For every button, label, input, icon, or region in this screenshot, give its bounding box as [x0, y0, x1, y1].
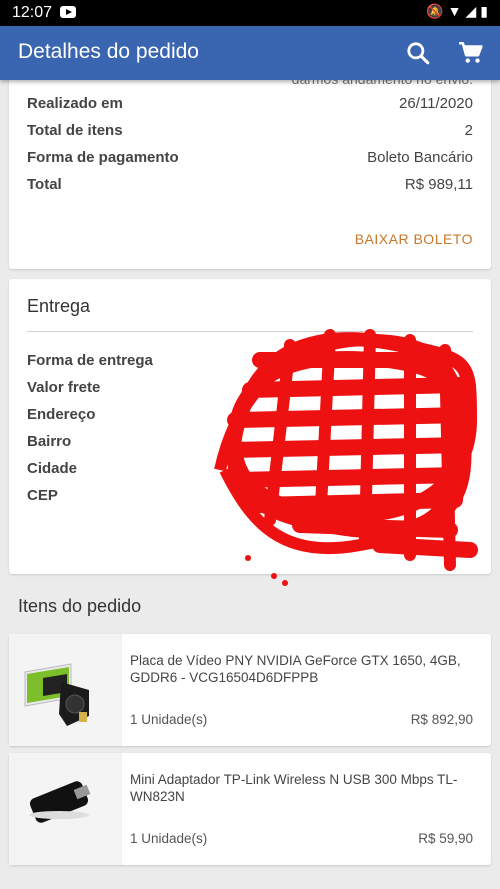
- delivery-title: Entrega: [27, 296, 91, 316]
- signal-icon: ◢: [465, 3, 481, 19]
- product-image: [9, 634, 122, 746]
- delivery-action-text-b: AR: [453, 542, 473, 558]
- download-boleto-button[interactable]: BAIXAR BOLETO: [355, 231, 473, 247]
- product-price: R$ 892,90: [410, 712, 473, 727]
- order-summary-card: darmos andamento no envio. Realizado em …: [9, 60, 491, 269]
- payment-method-label: Forma de pagamento: [27, 149, 179, 166]
- delivery-card: Entrega Forma de entrega Valor frete End…: [9, 279, 491, 574]
- order-date-label: Realizado em: [27, 95, 123, 112]
- city-label: Cidade: [27, 460, 78, 477]
- status-icons: 🔕▼◢▮: [426, 3, 492, 20]
- payment-method-value: Boleto Bancário: [367, 149, 473, 166]
- product-price: R$ 59,90: [418, 831, 473, 846]
- cep-label: CEP: [27, 487, 58, 504]
- address-label: Endereço: [27, 406, 96, 423]
- product-quantity: 1 Unidade(s): [130, 712, 208, 727]
- app-bar: Detalhes do pedido: [0, 26, 500, 80]
- shipping-cost-label: Valor frete: [27, 379, 101, 396]
- delivery-method-label: Forma de entrega: [27, 352, 153, 369]
- order-date-value: 26/11/2020: [399, 95, 473, 112]
- item-count-value: 2: [464, 122, 473, 139]
- cart-icon[interactable]: [458, 40, 484, 66]
- page-title: Detalhes do pedido: [18, 40, 199, 63]
- graphics-card-image: [24, 663, 89, 726]
- status-time: 12:07: [12, 4, 53, 21]
- product-name: Placa de Vídeo PNY NVIDIA GeForce GTX 16…: [130, 653, 461, 685]
- wifi-icon: ▼: [447, 3, 466, 19]
- total-label: Total: [27, 176, 62, 193]
- search-icon[interactable]: [405, 40, 431, 66]
- product-image: [9, 753, 122, 865]
- youtube-icon: [60, 6, 76, 18]
- battery-icon: ▮: [480, 3, 492, 19]
- usb-adapter-image: [29, 781, 91, 823]
- product-quantity: 1 Unidade(s): [130, 831, 208, 846]
- list-item[interactable]: Mini Adaptador TP-Link Wireless N USB 30…: [9, 753, 491, 865]
- items-section-title: Itens do pedido: [18, 596, 142, 616]
- delivery-action-button[interactable]: R AR: [413, 542, 473, 558]
- item-count-label: Total de itens: [27, 122, 123, 139]
- mute-icon: 🔕: [426, 3, 448, 19]
- product-name: Mini Adaptador TP-Link Wireless N USB 30…: [130, 772, 458, 804]
- total-value: R$ 989,11: [404, 176, 473, 193]
- status-bar: 12:07 🔕▼◢▮: [0, 0, 500, 26]
- neighborhood-label: Bairro: [27, 433, 72, 450]
- list-item[interactable]: Placa de Vídeo PNY NVIDIA GeForce GTX 16…: [9, 634, 491, 746]
- delivery-action-text-a: R: [413, 542, 424, 558]
- divider: [27, 331, 473, 332]
